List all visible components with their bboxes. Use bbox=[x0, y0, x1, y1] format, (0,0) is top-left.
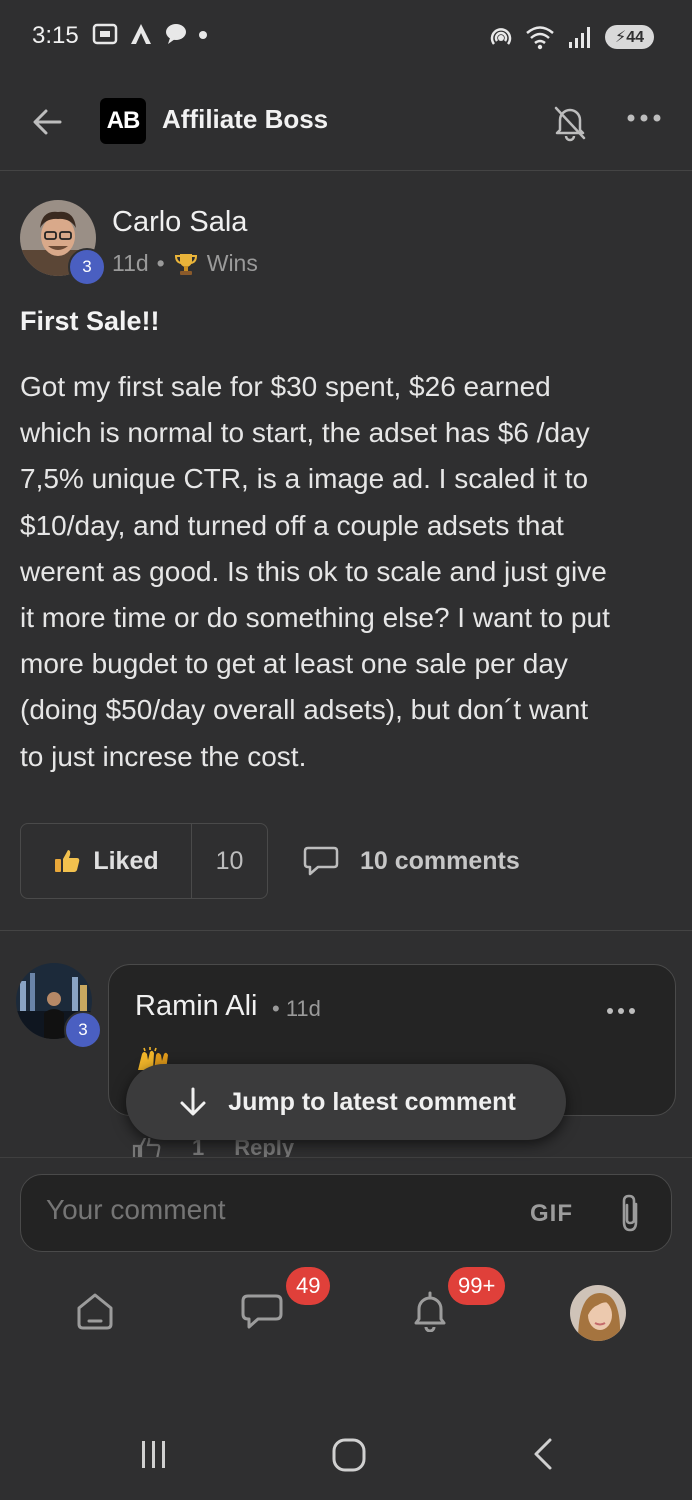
more-horizontal-icon bbox=[607, 1008, 635, 1014]
divider bbox=[0, 930, 692, 931]
thumbs-up-outline-icon[interactable] bbox=[130, 1138, 162, 1158]
attach-button[interactable] bbox=[616, 1192, 644, 1234]
back-button[interactable] bbox=[28, 102, 68, 142]
like-control: Liked 10 bbox=[20, 823, 268, 899]
mute-notifications-button[interactable] bbox=[550, 102, 590, 142]
nav-profile-avatar[interactable] bbox=[570, 1285, 626, 1341]
nav-chat[interactable] bbox=[240, 1290, 284, 1332]
top-app-bar: AB Affiliate Boss bbox=[0, 78, 692, 171]
group-logo[interactable]: AB bbox=[100, 98, 146, 144]
nav-notifications[interactable] bbox=[410, 1290, 450, 1332]
system-back-button[interactable] bbox=[526, 1436, 562, 1472]
more-options-button[interactable] bbox=[626, 112, 662, 124]
post-time: 11d bbox=[112, 250, 149, 276]
comments-link[interactable]: 10 comments bbox=[302, 844, 520, 878]
post-body-line: werent as good. Is this ok to scale and … bbox=[20, 555, 607, 587]
battery-indicator: ⚡44 bbox=[604, 25, 654, 49]
like-count[interactable]: 10 bbox=[192, 824, 267, 898]
bell-icon bbox=[414, 1291, 446, 1332]
arrow-left-icon bbox=[33, 109, 62, 135]
post-body-line: it more time or do something else? I wan… bbox=[20, 602, 610, 634]
circle-home-icon bbox=[332, 1438, 366, 1472]
comment-author-name[interactable]: Ramin Ali bbox=[135, 990, 258, 1023]
post-meta: 11d • Wins bbox=[112, 250, 258, 277]
post-body-line: Got my first sale for $30 spent, $26 ear… bbox=[20, 371, 551, 402]
like-label: Liked bbox=[93, 846, 159, 875]
chevron-left-icon bbox=[534, 1438, 552, 1470]
comment-input[interactable] bbox=[46, 1194, 506, 1226]
comment-actions: 1 Reply bbox=[130, 1138, 294, 1158]
nav-home[interactable] bbox=[74, 1290, 116, 1332]
recent-apps-button[interactable] bbox=[136, 1436, 172, 1472]
comment-author-level-badge: 3 bbox=[64, 1011, 102, 1049]
post-body-line: to just increse the cost. bbox=[20, 740, 307, 772]
meta-separator: • bbox=[156, 250, 165, 276]
post-body-line: 7,5% unique CTR, is a image ad. I scaled… bbox=[20, 463, 589, 495]
like-button[interactable]: Liked bbox=[21, 824, 192, 898]
more-horizontal-icon bbox=[627, 114, 661, 122]
composer-divider bbox=[0, 1157, 692, 1158]
chat-badge: 49 bbox=[286, 1267, 331, 1305]
post-author-name[interactable]: Carlo Sala bbox=[112, 206, 247, 239]
signal-icon bbox=[568, 27, 590, 48]
trophy-icon bbox=[174, 253, 197, 275]
comments-count-label: 10 comments bbox=[360, 846, 520, 875]
post-title: First Sale!! bbox=[20, 306, 160, 336]
a-app-icon bbox=[131, 24, 151, 44]
post-body-line: (doing $50/day overall adsets), but don´… bbox=[20, 694, 589, 726]
post-body-line: more bugdet to get at least one sale per… bbox=[20, 648, 568, 680]
author-level-badge: 3 bbox=[68, 248, 106, 286]
comment-more-button[interactable] bbox=[606, 1006, 636, 1016]
comment-time: • 11d bbox=[272, 996, 321, 1021]
comment-icon bbox=[303, 846, 339, 876]
notifications-badge: 99+ bbox=[448, 1267, 506, 1305]
chat-notification-icon bbox=[166, 24, 186, 44]
jump-to-latest-comment-button[interactable]: Jump to latest comment bbox=[126, 1064, 566, 1140]
post-body-line: which is normal to start, the adset has … bbox=[20, 417, 590, 449]
group-name[interactable]: Affiliate Boss bbox=[162, 104, 328, 135]
wifi-icon bbox=[526, 26, 554, 50]
home-system-button[interactable] bbox=[330, 1436, 368, 1474]
recent-apps-icon bbox=[142, 1441, 165, 1468]
dot-icon bbox=[199, 31, 207, 39]
status-system-icons: ⚡44 bbox=[487, 24, 654, 50]
status-notification-icons bbox=[92, 22, 208, 46]
thumbs-up-icon bbox=[55, 850, 80, 872]
status-time: 3:15 bbox=[32, 22, 79, 49]
screenshot-icon bbox=[92, 23, 118, 45]
gif-button[interactable]: GIF bbox=[530, 1200, 573, 1228]
bell-off-icon bbox=[554, 106, 586, 142]
home-icon bbox=[77, 1293, 113, 1330]
chat-icon bbox=[241, 1294, 283, 1329]
comment-like-count[interactable]: 1 bbox=[192, 1138, 204, 1158]
arrow-down-icon bbox=[180, 1087, 206, 1116]
paperclip-icon bbox=[622, 1194, 638, 1232]
post-body-line: $10/day, and turned off a couple adsets … bbox=[20, 509, 564, 541]
jump-label: Jump to latest comment bbox=[228, 1087, 516, 1116]
post-category[interactable]: Wins bbox=[207, 250, 258, 277]
hotspot-icon bbox=[490, 28, 512, 45]
reply-button[interactable]: Reply bbox=[234, 1138, 294, 1158]
post-body: Got my first sale for $30 spent, $26 ear… bbox=[20, 364, 680, 780]
